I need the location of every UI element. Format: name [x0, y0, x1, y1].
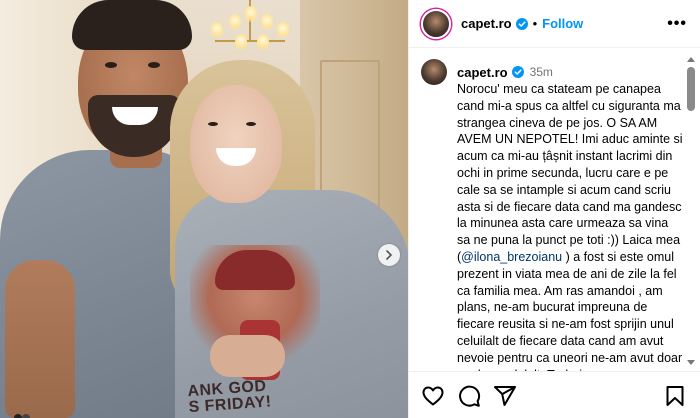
caption-text-part: Norocu' meu ca stateam pe canapea cand m… — [457, 82, 683, 264]
avatar[interactable] — [421, 8, 451, 39]
man-hair — [72, 0, 192, 50]
woman-face — [190, 85, 282, 203]
post-header: capet.ro • Follow ••• — [409, 0, 700, 48]
scroll-down-arrow-icon[interactable] — [687, 360, 695, 365]
scroll-up-arrow-icon[interactable] — [687, 57, 695, 62]
man-arm — [5, 260, 75, 418]
header-separator: • — [532, 16, 538, 31]
caption-text: Norocu' meu ca stateam pe canapea cand m… — [457, 81, 683, 371]
man-eye — [105, 62, 117, 68]
post-photo: ANK GOD S FRIDAY! — [0, 0, 408, 418]
man-eye — [148, 62, 160, 68]
header-username[interactable]: capet.ro — [461, 16, 512, 31]
share-icon[interactable] — [493, 384, 517, 408]
verified-badge-icon — [515, 17, 528, 30]
bookmark-icon[interactable] — [663, 384, 687, 408]
caption-username[interactable]: capet.ro — [457, 65, 508, 80]
caption-avatar[interactable] — [421, 59, 447, 85]
heart-icon[interactable] — [421, 384, 445, 408]
woman-eye — [246, 122, 256, 126]
post-actions-bar — [409, 371, 700, 418]
comments-section[interactable]: capet.ro 35m Norocu' meu ca stateam pe c… — [409, 49, 700, 371]
post-side-panel: capet.ro • Follow ••• capet.ro 35m Noroc… — [408, 0, 700, 418]
door-panel — [320, 60, 380, 210]
woman-eye — [208, 122, 218, 126]
chevron-right-icon — [386, 250, 392, 260]
more-options-button[interactable]: ••• — [667, 15, 687, 33]
mention-link[interactable]: @ilona_brezoianu — [461, 250, 562, 264]
comment-icon[interactable] — [457, 384, 481, 408]
post-caption: capet.ro 35m Norocu' meu ca stateam pe c… — [421, 59, 683, 371]
post-timestamp[interactable]: 35m — [530, 65, 553, 79]
liked-by-avatars — [14, 414, 30, 418]
caption-text-part: ) a fost si este omul prezent in viata m… — [457, 249, 683, 371]
scrollbar-thumb[interactable] — [687, 67, 695, 111]
scrollbar[interactable] — [686, 49, 696, 371]
next-image-button[interactable] — [378, 244, 400, 266]
hand — [210, 335, 285, 377]
follow-button[interactable]: Follow — [542, 16, 583, 31]
verified-badge-icon — [511, 66, 524, 78]
